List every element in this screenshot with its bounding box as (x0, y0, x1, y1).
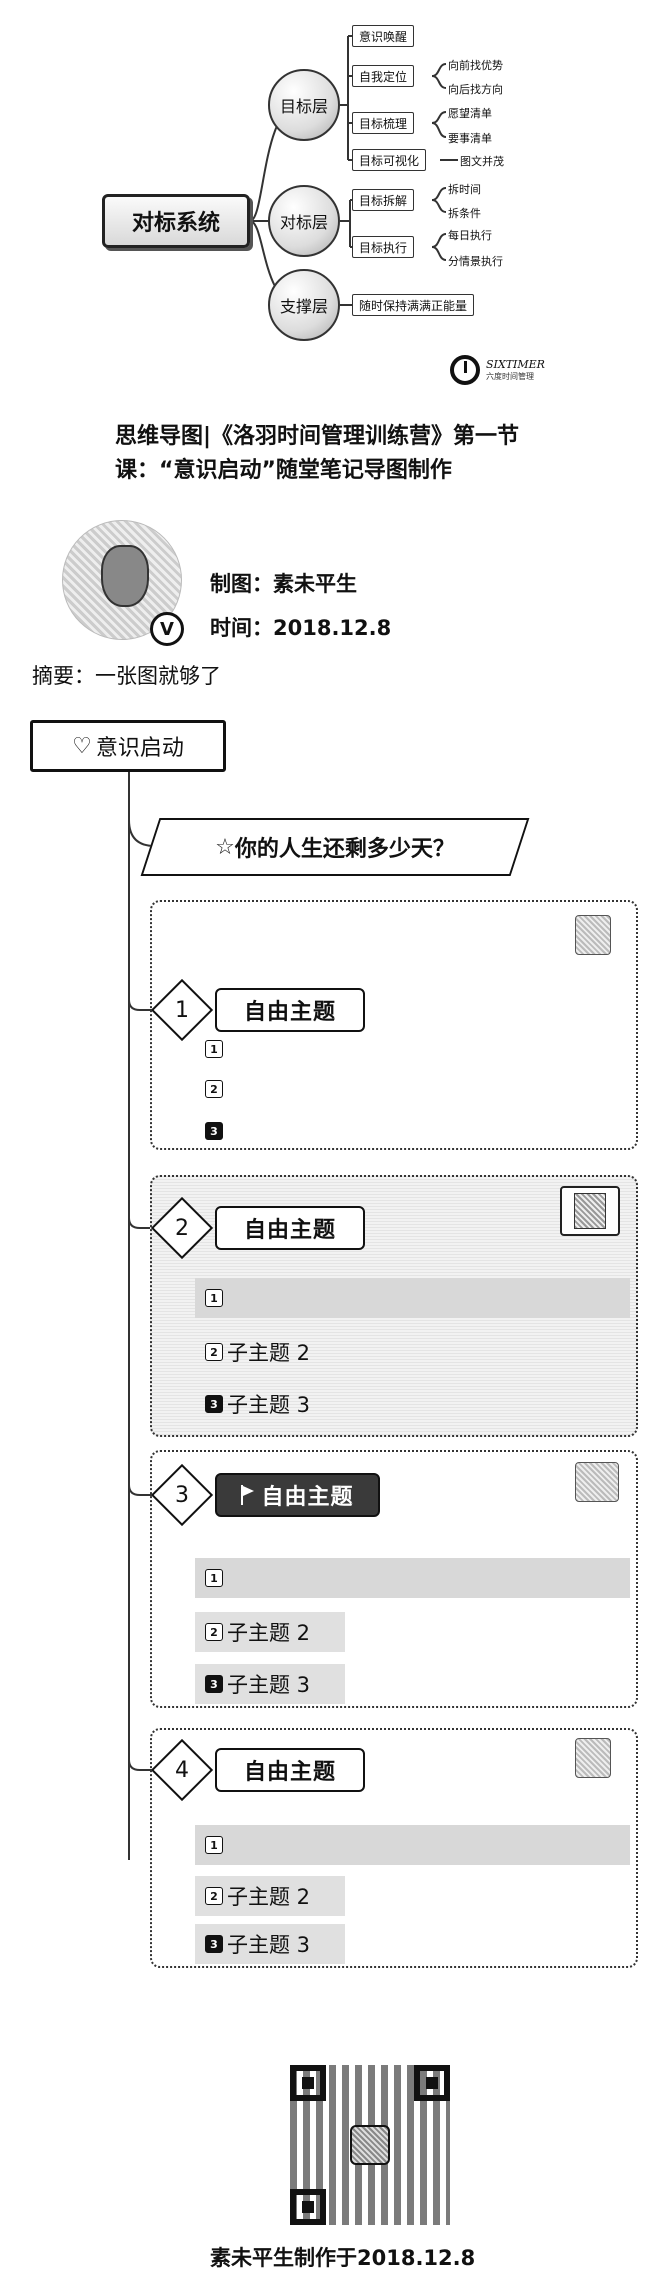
layer-support: 支撑层 (268, 269, 340, 341)
node-goal-sort: 目标梳理 (352, 112, 415, 134)
page-title: 思维导图|《洛羽时间管理训练营》第一节 课：“意识启动”随堂笔记导图制作 (115, 424, 520, 483)
topic-4-sub-2: 2 子主题 2 (195, 1876, 345, 1916)
node-goal-split: 目标拆解 (352, 189, 415, 211)
number-3-icon: 3 (205, 1675, 223, 1693)
topic-2-image (560, 1186, 620, 1236)
mindmap-root: 对标系统 (102, 194, 250, 248)
flag-icon (241, 1485, 255, 1505)
number-2-icon: 2 (205, 1343, 223, 1361)
leaf-sp2: 向后找方向 (448, 83, 503, 96)
outline-root: ♡ 意识启动 (30, 720, 226, 772)
date-label: 时间：2018.12.8 (210, 616, 392, 640)
author-label: 制图：素未平生 (210, 572, 357, 596)
summary-text: 摘要：一张图就够了 (32, 664, 221, 688)
clock-icon (450, 355, 480, 385)
number-1-icon: 1 (205, 1836, 223, 1854)
topic-1-sub-2: 2 (205, 1080, 223, 1098)
sixtimer-logo: SIXTIMER 六度时间管理 (450, 355, 545, 385)
topic-4-image (575, 1738, 611, 1778)
topic-2-sub-1: 1 (195, 1278, 630, 1318)
node-self-position: 自我定位 (352, 65, 415, 87)
node-goal-visual: 目标可视化 (352, 149, 427, 171)
theme-2: 自由主题 (215, 1206, 365, 1250)
number-3-icon: 3 (205, 1935, 223, 1953)
topic-4-sub-1: 1 (195, 1825, 630, 1865)
heart-icon: ♡ (72, 733, 92, 759)
topic-3-image (575, 1462, 619, 1502)
topic-4-sub-3: 3 子主题 3 (195, 1924, 345, 1964)
leaf-sp1: 向前找优势 (448, 59, 503, 72)
footer-text: 素未平生制作于2018.12.8 (210, 2246, 476, 2270)
number-2-icon: 2 (205, 1623, 223, 1641)
topic-3-sub-1: 1 (195, 1558, 630, 1598)
question-node: ☆ 你的人生还剩多少天？ (140, 818, 530, 876)
number-1-icon: 1 (205, 1569, 223, 1587)
leaf-gv1: 图文并茂 (460, 155, 504, 168)
topic-3-sub-2: 2 子主题 2 (195, 1612, 345, 1652)
number-2-icon: 2 (205, 1080, 223, 1098)
topic-2-sub-2: 2 子主题 2 (195, 1332, 310, 1372)
leaf-split1: 拆时间 (448, 183, 481, 196)
layer-goal: 目标层 (268, 69, 340, 141)
number-2-icon: 2 (205, 1887, 223, 1905)
mindmap-image: 对标系统 目标层 对标层 支撑层 意识唤醒 自我定位 目标梳理 目标可视化 目标… (0, 0, 661, 410)
leaf-exec2: 分情景执行 (448, 255, 503, 268)
topic-2-sub-3: 3 子主题 3 (195, 1384, 310, 1424)
leaf-split2: 拆条件 (448, 207, 481, 220)
node-goal-exec: 目标执行 (352, 236, 415, 258)
topic-3-sub-3: 3 子主题 3 (195, 1664, 345, 1704)
outline-spine (128, 772, 130, 1860)
theme-1: 自由主题 (215, 988, 365, 1032)
leaf-gs2: 要事清单 (448, 132, 492, 145)
node-awake: 意识唤醒 (352, 25, 415, 47)
number-3-icon: 3 (205, 1395, 223, 1413)
star-icon: ☆ (215, 834, 235, 860)
leaf-gs1: 愿望清单 (448, 107, 492, 120)
node-support: 随时保持满满正能量 (352, 294, 475, 316)
qr-code (290, 2065, 450, 2225)
theme-4: 自由主题 (215, 1748, 365, 1792)
qr-avatar (350, 2125, 390, 2165)
number-1-icon: 1 (205, 1040, 223, 1058)
theme-3: 自由主题 (215, 1473, 380, 1517)
layer-benchmark: 对标层 (268, 185, 340, 257)
verified-badge-icon: V (150, 612, 184, 646)
topic-1-sub-3: 3 (205, 1122, 223, 1140)
topic-1-image (575, 915, 611, 955)
leaf-exec1: 每日执行 (448, 229, 492, 242)
number-1-icon: 1 (205, 1289, 223, 1307)
topic-1-sub-1: 1 (205, 1040, 223, 1058)
number-3-icon: 3 (205, 1122, 223, 1140)
